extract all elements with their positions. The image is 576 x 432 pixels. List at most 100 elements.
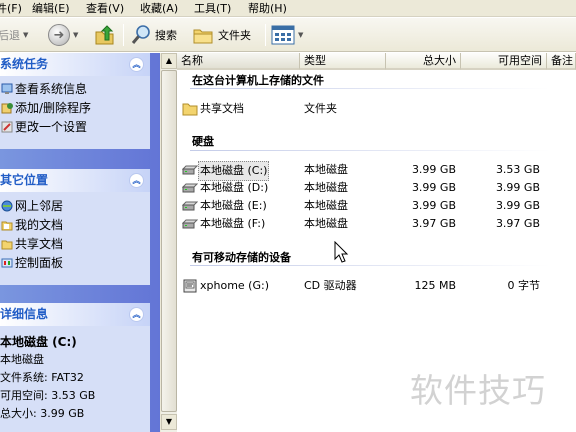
toolbar: 后退 ▼ ➜ ▼ 搜索 文件夹 ▼ <box>0 18 576 52</box>
column-comments-label: 备注 <box>551 54 573 67</box>
forward-arrow-icon: ➜ <box>48 24 70 46</box>
place-control-panel[interactable]: 控制面板 <box>0 254 150 273</box>
system-tasks-panel: 系统任务 ︽ 查看系统信息 添加/删除程序 更改一个设置 <box>0 53 150 149</box>
hard-disk-icon <box>182 201 198 211</box>
hard-disk-icon <box>182 183 198 193</box>
back-label: 后退 <box>0 29 20 42</box>
other-places-header[interactable]: 其它位置 ︽ <box>0 169 150 192</box>
watermark-text: 软件技巧 <box>410 371 546 410</box>
scroll-thumb[interactable] <box>161 70 177 412</box>
folders-button[interactable]: 文件夹 <box>192 23 251 47</box>
list-item-cd-drive[interactable]: xphome (G:) CD 驱动器 125 MB 0 字节 <box>180 277 576 295</box>
task-view-system-info[interactable]: 查看系统信息 <box>0 80 150 99</box>
list-item-drive-c[interactable]: 本地磁盘 (C:) 本地磁盘 3.99 GB 3.53 GB <box>180 161 576 181</box>
group-header-hard-disks: 硬盘 <box>192 135 214 148</box>
up-folder-button[interactable] <box>94 23 116 47</box>
column-type[interactable]: 类型 <box>300 53 386 70</box>
up-folder-icon <box>95 25 114 45</box>
views-icon <box>271 25 295 45</box>
item-name: 本地磁盘 (D:) <box>200 181 269 194</box>
task-add-remove-programs[interactable]: 添加/删除程序 <box>0 99 150 118</box>
place-my-documents[interactable]: 我的文档 <box>0 216 150 235</box>
group-divider <box>190 265 550 266</box>
menu-file[interactable]: 件(F) <box>0 1 22 16</box>
shared-folder-icon <box>1 240 13 250</box>
search-icon <box>131 25 150 44</box>
back-button[interactable]: 后退 ▼ <box>0 23 28 47</box>
item-type: CD 驱动器 <box>304 279 357 292</box>
details-free-space: 可用空间: 3.53 GB <box>0 389 96 402</box>
place-label: 控制面板 <box>15 256 64 270</box>
scroll-up-icon[interactable]: ▲ <box>161 53 177 69</box>
item-type: 本地磁盘 <box>304 163 348 176</box>
group-header-removable: 有可移动存储的设备 <box>192 251 291 264</box>
task-pane: 系统任务 ︽ 查看系统信息 添加/删除程序 更改一个设置 其它位置 ︽ 网上邻居… <box>0 53 160 432</box>
group-header-stored-files: 在这台计算机上存储的文件 <box>192 74 324 87</box>
my-documents-icon <box>1 221 13 231</box>
system-info-icon <box>1 83 13 94</box>
collapse-icon[interactable]: ︽ <box>129 57 144 72</box>
settings-icon <box>1 121 13 133</box>
details-total-size: 总大小: 3.99 GB <box>0 407 85 420</box>
task-label: 查看系统信息 <box>15 82 88 96</box>
list-item-drive-e[interactable]: 本地磁盘 (E:) 本地磁盘 3.99 GB 3.99 GB <box>180 197 576 215</box>
menu-bar: 件(F) 编辑(E) 查看(V) 收藏(A) 工具(T) 帮助(H) <box>0 0 576 17</box>
item-free-space: 0 字节 <box>507 279 541 292</box>
column-name[interactable]: 名称 <box>177 53 300 70</box>
system-tasks-header[interactable]: 系统任务 ︽ <box>0 53 150 76</box>
details-header[interactable]: 详细信息 ︽ <box>0 303 150 326</box>
search-label: 搜索 <box>155 29 177 42</box>
item-free-space: 3.97 GB <box>495 217 540 230</box>
hard-disk-icon <box>182 219 198 229</box>
scroll-down-icon[interactable]: ▼ <box>161 414 177 430</box>
item-name: 本地磁盘 (E:) <box>200 199 267 212</box>
item-type: 本地磁盘 <box>304 217 348 230</box>
cd-drive-icon <box>183 279 197 293</box>
column-total-size[interactable]: 总大小 <box>386 53 461 70</box>
column-free-space[interactable]: 可用空间 <box>461 53 547 70</box>
details-title: 详细信息 <box>0 307 49 321</box>
place-label: 网上邻居 <box>15 199 64 213</box>
item-name: 本地磁盘 (C:) <box>198 161 270 181</box>
list-item-drive-f[interactable]: 本地磁盘 (F:) 本地磁盘 3.97 GB 3.97 GB <box>180 215 576 233</box>
menu-favorites[interactable]: 收藏(A) <box>140 1 178 16</box>
collapse-icon[interactable]: ︽ <box>129 307 144 322</box>
details-type: 本地磁盘 <box>0 353 44 366</box>
place-network[interactable]: 网上邻居 <box>0 197 150 216</box>
menu-help[interactable]: 帮助(H) <box>248 1 287 16</box>
views-dropdown-icon: ▼ <box>298 31 304 39</box>
search-button[interactable]: 搜索 <box>130 23 177 47</box>
hard-disk-icon <box>182 165 198 175</box>
forward-button[interactable]: ➜ ▼ <box>48 23 78 47</box>
item-name: 本地磁盘 (F:) <box>200 217 266 230</box>
control-panel-icon <box>1 258 13 268</box>
place-label: 共享文档 <box>15 237 64 251</box>
menu-tools[interactable]: 工具(T) <box>194 1 231 16</box>
column-total-label: 总大小 <box>423 54 456 67</box>
column-type-label: 类型 <box>304 54 326 67</box>
item-total-size: 3.97 GB <box>411 217 456 230</box>
list-item-drive-d[interactable]: 本地磁盘 (D:) 本地磁盘 3.99 GB 3.99 GB <box>180 179 576 197</box>
column-comments[interactable]: 备注 <box>547 53 576 70</box>
item-total-size: 3.99 GB <box>411 163 456 176</box>
item-total-size: 125 MB <box>414 279 456 292</box>
place-shared-documents[interactable]: 共享文档 <box>0 235 150 254</box>
other-places-title: 其它位置 <box>0 173 49 187</box>
collapse-icon[interactable]: ︽ <box>129 173 144 188</box>
group-divider <box>190 88 550 89</box>
list-item-shared-documents[interactable]: 共享文档 文件夹 <box>180 100 576 118</box>
views-button[interactable]: ▼ <box>271 23 303 47</box>
system-tasks-title: 系统任务 <box>0 57 49 71</box>
column-name-label: 名称 <box>181 54 203 67</box>
menu-edit[interactable]: 编辑(E) <box>32 1 70 16</box>
mouse-cursor-icon <box>334 241 349 263</box>
folder-icon <box>193 29 213 44</box>
menu-view[interactable]: 查看(V) <box>86 1 124 16</box>
task-change-setting[interactable]: 更改一个设置 <box>0 118 150 137</box>
folder-icon <box>182 103 198 116</box>
item-name: xphome (G:) <box>200 279 269 292</box>
column-free-label: 可用空间 <box>498 54 542 67</box>
toolbar-separator <box>123 24 124 46</box>
folders-label: 文件夹 <box>218 29 251 42</box>
vertical-scrollbar[interactable]: ▲ ▼ <box>160 53 177 432</box>
